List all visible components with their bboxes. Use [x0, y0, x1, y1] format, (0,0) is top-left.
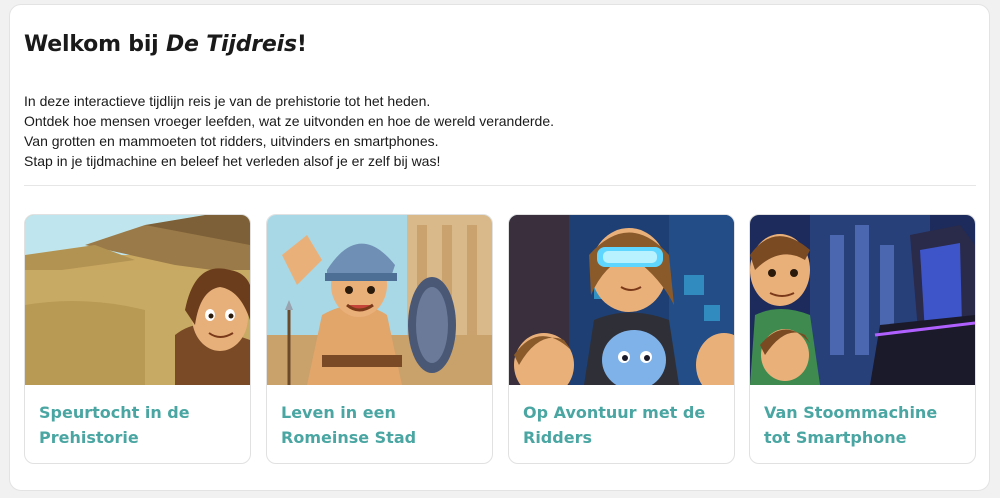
- intro-line: Ontdek hoe mensen vroeger leefden, wat z…: [24, 113, 555, 129]
- intro-line: Van grotten en mammoeten tot ridders, ui…: [24, 133, 439, 149]
- card-title: Leven in een Romeinse Stad: [281, 403, 417, 447]
- welcome-panel: Welkom bij De Tijdreis! In deze interact…: [9, 4, 990, 491]
- title-emphasis: De Tijdreis: [165, 32, 297, 57]
- intro-line: In deze interactieve tijdlijn reis je va…: [24, 93, 431, 109]
- roman-soldier-illustration: [267, 215, 492, 385]
- prehistoric-boy-illustration: [25, 215, 250, 385]
- card-title: Speurtocht in de Prehistorie: [39, 403, 190, 447]
- card-stoommachine[interactable]: Van Stoommachine tot Smartphone: [749, 214, 976, 464]
- intro-line: Stap in je tijdmachine en beleef het ver…: [24, 153, 441, 169]
- card-prehistorie[interactable]: Speurtocht in de Prehistorie: [24, 214, 251, 464]
- card-romeinse-stad[interactable]: Leven in een Romeinse Stad: [266, 214, 493, 464]
- modern-kids-illustration: [750, 215, 975, 385]
- vr-headset-girl-illustration: [509, 215, 734, 385]
- divider: [24, 185, 976, 186]
- page-title: Welkom bij De Tijdreis!: [24, 32, 307, 57]
- intro-text: In deze interactieve tijdlijn reis je va…: [24, 91, 724, 171]
- card-title: Van Stoommachine tot Smartphone: [764, 403, 938, 447]
- card-title: Op Avontuur met de Ridders: [523, 403, 706, 447]
- card-ridders[interactable]: Op Avontuur met de Ridders: [508, 214, 735, 464]
